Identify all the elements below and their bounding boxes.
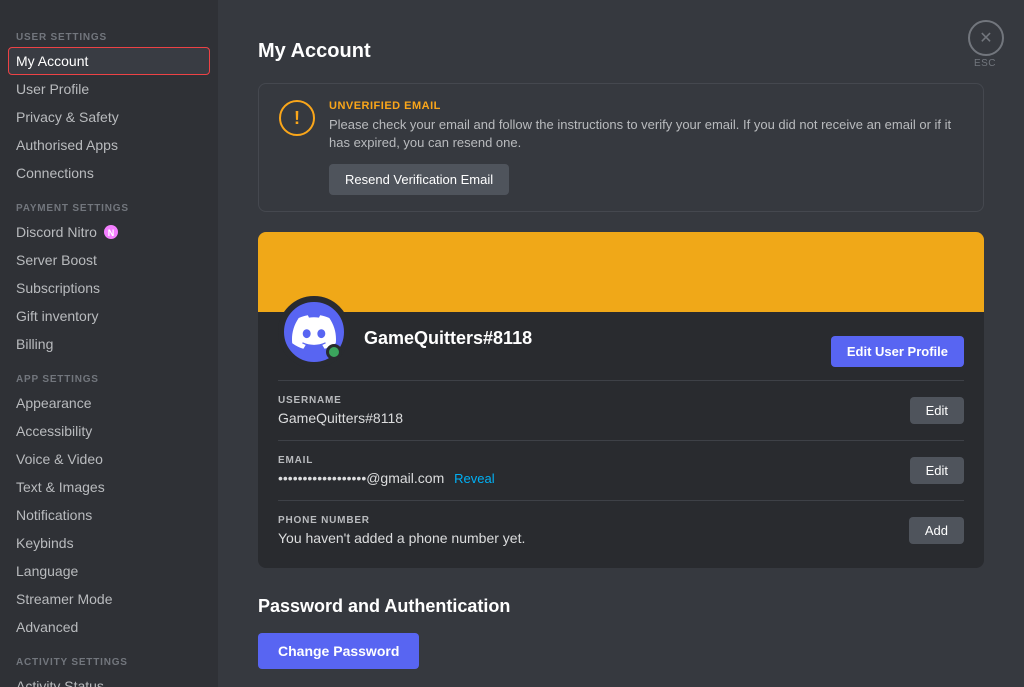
- close-button[interactable]: ✕: [968, 20, 1004, 56]
- email-field: EMAIL ••••••••••••••••••@gmail.com Revea…: [278, 455, 495, 486]
- sidebar-item-label-subscriptions: Subscriptions: [16, 280, 100, 296]
- sidebar-item-subscriptions[interactable]: Subscriptions: [8, 274, 210, 302]
- email-field-row: EMAIL ••••••••••••••••••@gmail.com Revea…: [278, 440, 964, 500]
- sidebar-item-label-voice-video: Voice & Video: [16, 451, 103, 467]
- profile-body: GameQuitters#8118 Edit User Profile USER…: [258, 312, 984, 568]
- app-settings-label: APP SETTINGS: [8, 358, 210, 389]
- resend-verification-button[interactable]: Resend Verification Email: [329, 164, 509, 195]
- phone-label: PHONE NUMBER: [278, 515, 525, 526]
- sidebar: USER SETTINGS My Account User Profile Priv…: [0, 0, 218, 687]
- sidebar-item-discord-nitro[interactable]: Discord Nitro N: [8, 218, 210, 246]
- sidebar-item-my-account[interactable]: My Account: [8, 47, 210, 75]
- sidebar-item-authorised-apps[interactable]: Authorised Apps: [8, 131, 210, 159]
- sidebar-item-streamer-mode[interactable]: Streamer Mode: [8, 585, 210, 613]
- phone-field: PHONE NUMBER You haven't added a phone n…: [278, 515, 525, 546]
- warning-icon: !: [279, 100, 315, 136]
- sidebar-item-label-text-images: Text & Images: [16, 479, 105, 495]
- sidebar-item-label-language: Language: [16, 563, 78, 579]
- sidebar-item-label-my-account: My Account: [16, 53, 88, 69]
- username-field: USERNAME GameQuitters#8118: [278, 395, 403, 426]
- sidebar-item-server-boost[interactable]: Server Boost: [8, 246, 210, 274]
- sidebar-item-label-activity-status: Activity Status: [16, 678, 104, 687]
- sidebar-item-label-appearance: Appearance: [16, 395, 92, 411]
- sidebar-item-label-discord-nitro: Discord Nitro: [16, 224, 97, 240]
- password-auth-section: Password and Authentication Change Passw…: [258, 596, 984, 687]
- page-title: My Account: [258, 40, 984, 63]
- sidebar-item-language[interactable]: Language: [8, 557, 210, 585]
- payment-settings-label: PAYMENT SETTINGS: [8, 187, 210, 218]
- sidebar-item-advanced[interactable]: Advanced: [8, 613, 210, 641]
- sidebar-item-label-streamer-mode: Streamer Mode: [16, 591, 112, 607]
- sidebar-item-label-gift-inventory: Gift inventory: [16, 308, 98, 324]
- email-value: ••••••••••••••••••@gmail.com Reveal: [278, 470, 495, 486]
- sidebar-item-billing[interactable]: Billing: [8, 330, 210, 358]
- profile-username: GameQuitters#8118: [364, 328, 532, 349]
- sidebar-item-user-profile[interactable]: User Profile: [8, 75, 210, 103]
- username-edit-button[interactable]: Edit: [910, 397, 964, 424]
- sidebar-item-activity-status[interactable]: Activity Status: [8, 672, 210, 687]
- phone-value: You haven't added a phone number yet.: [278, 530, 525, 546]
- main-content: My Account ✕ ESC ! UNVERIFIED EMAIL Plea…: [218, 0, 1024, 687]
- phone-add-button[interactable]: Add: [909, 517, 964, 544]
- nitro-badge-icon: N: [103, 224, 119, 240]
- username-label: USERNAME: [278, 395, 403, 406]
- unverified-text: UNVERIFIED EMAIL Please check your email…: [329, 100, 963, 195]
- sidebar-item-label-privacy-safety: Privacy & Safety: [16, 109, 119, 125]
- sidebar-item-keybinds[interactable]: Keybinds: [8, 529, 210, 557]
- sidebar-item-label-accessibility: Accessibility: [16, 423, 92, 439]
- svg-text:N: N: [108, 228, 115, 238]
- change-password-button[interactable]: Change Password: [258, 633, 419, 669]
- sidebar-item-label-server-boost: Server Boost: [16, 252, 97, 268]
- unverified-description: Please check your email and follow the i…: [329, 116, 963, 152]
- sidebar-item-privacy-safety[interactable]: Privacy & Safety: [8, 103, 210, 131]
- sidebar-item-appearance[interactable]: Appearance: [8, 389, 210, 417]
- username-value: GameQuitters#8118: [278, 410, 403, 426]
- username-field-row: USERNAME GameQuitters#8118 Edit: [278, 380, 964, 440]
- email-masked: ••••••••••••••••••@gmail.com: [278, 470, 444, 486]
- sidebar-item-text-images[interactable]: Text & Images: [8, 473, 210, 501]
- email-reveal-link[interactable]: Reveal: [454, 471, 494, 486]
- activity-settings-label: ACTIVITY SETTINGS: [8, 641, 210, 672]
- esc-label: ESC: [974, 58, 996, 69]
- password-section-title: Password and Authentication: [258, 596, 984, 617]
- online-indicator: [326, 344, 342, 360]
- sidebar-item-label-authorised-apps: Authorised Apps: [16, 137, 118, 153]
- profile-banner: [258, 232, 984, 312]
- avatar: [278, 296, 350, 368]
- sidebar-item-label-connections: Connections: [16, 165, 94, 181]
- sidebar-item-accessibility[interactable]: Accessibility: [8, 417, 210, 445]
- sidebar-item-notifications[interactable]: Notifications: [8, 501, 210, 529]
- email-label: EMAIL: [278, 455, 495, 466]
- profile-header: GameQuitters#8118 Edit User Profile: [278, 328, 964, 368]
- user-settings-label: USER SETTINGS: [8, 16, 210, 47]
- unverified-email-banner: ! UNVERIFIED EMAIL Please check your ema…: [258, 83, 984, 212]
- profile-card: GameQuitters#8118 Edit User Profile USER…: [258, 232, 984, 568]
- sidebar-item-label-user-profile: User Profile: [16, 81, 89, 97]
- sidebar-item-voice-video[interactable]: Voice & Video: [8, 445, 210, 473]
- sidebar-item-label-keybinds: Keybinds: [16, 535, 74, 551]
- email-edit-button[interactable]: Edit: [910, 457, 964, 484]
- unverified-badge: UNVERIFIED EMAIL: [329, 100, 963, 112]
- close-icon: ✕: [979, 28, 992, 48]
- edit-user-profile-button[interactable]: Edit User Profile: [831, 336, 964, 367]
- sidebar-item-gift-inventory[interactable]: Gift inventory: [8, 302, 210, 330]
- phone-field-row: PHONE NUMBER You haven't added a phone n…: [278, 500, 964, 560]
- sidebar-item-label-billing: Billing: [16, 336, 53, 352]
- sidebar-item-label-notifications: Notifications: [16, 507, 92, 523]
- sidebar-item-connections[interactable]: Connections: [8, 159, 210, 187]
- sidebar-item-label-advanced: Advanced: [16, 619, 78, 635]
